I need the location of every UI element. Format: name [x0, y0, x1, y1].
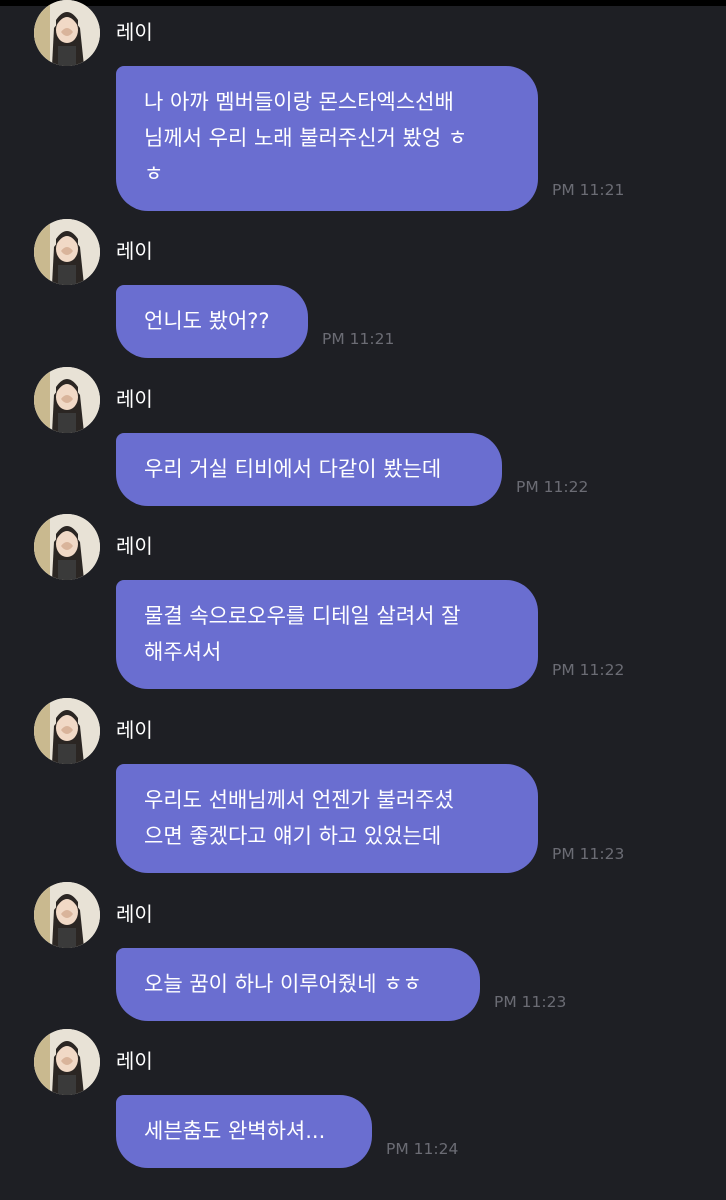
message-text-line: 우리도 선배님께서 언젠가 불러주셨	[144, 788, 454, 812]
avatar[interactable]	[34, 219, 100, 285]
avatar[interactable]	[34, 0, 100, 66]
profile-photo-icon	[34, 1029, 100, 1095]
avatar[interactable]	[34, 698, 100, 764]
profile-photo-icon	[34, 698, 100, 764]
sender-name: 레이	[116, 902, 153, 926]
message-text-line: 님께서 우리 노래 불러주신거 봤엉 ㅎ	[144, 126, 468, 150]
message-timestamp: PM 11:21	[322, 330, 395, 348]
message-text-line: 으면 좋겠다고 얘기 하고 있었는데	[144, 824, 442, 848]
message-text-line: 언니도 봤어??	[144, 309, 270, 333]
message-timestamp: PM 11:22	[552, 661, 625, 679]
sender-name: 레이	[116, 1049, 153, 1073]
profile-photo-icon	[34, 367, 100, 433]
message-bubble[interactable]: 오늘 꿈이 하나 이루어줬네 ㅎㅎ	[116, 948, 480, 1021]
sender-name: 레이	[116, 239, 153, 263]
message-bubble[interactable]: 우리도 선배님께서 언젠가 불러주셨 으면 좋겠다고 얘기 하고 있었는데	[116, 764, 538, 873]
sender-name: 레이	[116, 534, 153, 558]
message-bubble[interactable]: 언니도 봤어??	[116, 285, 308, 358]
avatar[interactable]	[34, 882, 100, 948]
message-text-line: 세븐춤도 완벽하셔...	[144, 1119, 326, 1143]
message-text-line: 오늘 꿈이 하나 이루어줬네 ㅎㅎ	[144, 972, 422, 996]
message-timestamp: PM 11:24	[386, 1140, 459, 1158]
sender-name: 레이	[116, 20, 153, 44]
sender-name: 레이	[116, 718, 153, 742]
profile-photo-icon	[34, 219, 100, 285]
profile-photo-icon	[34, 882, 100, 948]
message-text-line: 물결 속으로오우를 디테일 살려서 잘	[144, 604, 461, 628]
avatar[interactable]	[34, 1029, 100, 1095]
message-timestamp: PM 11:23	[494, 993, 567, 1011]
message-bubble[interactable]: 세븐춤도 완벽하셔...	[116, 1095, 372, 1168]
chat-message-list[interactable]: 레이 나 아까 멤버들이랑 몬스타엑스선배 님께서 우리 노래 불러주신거 봤엉…	[0, 0, 726, 1200]
profile-photo-icon	[34, 0, 100, 66]
message-timestamp: PM 11:23	[552, 845, 625, 863]
message-text-line: 해주셔서	[144, 640, 222, 664]
avatar[interactable]	[34, 367, 100, 433]
message-bubble[interactable]: 나 아까 멤버들이랑 몬스타엑스선배 님께서 우리 노래 불러주신거 봤엉 ㅎ …	[116, 66, 538, 211]
sender-name: 레이	[116, 387, 153, 411]
message-bubble[interactable]: 물결 속으로오우를 디테일 살려서 잘 해주셔서	[116, 580, 538, 689]
message-bubble[interactable]: 우리 거실 티비에서 다같이 봤는데	[116, 433, 502, 506]
message-text-line: 나 아까 멤버들이랑 몬스타엑스선배	[144, 90, 454, 114]
message-text-line: ㅎ	[144, 162, 164, 186]
profile-photo-icon	[34, 514, 100, 580]
message-timestamp: PM 11:22	[516, 478, 589, 496]
message-timestamp: PM 11:21	[552, 181, 625, 199]
message-text-line: 우리 거실 티비에서 다같이 봤는데	[144, 457, 442, 481]
avatar[interactable]	[34, 514, 100, 580]
